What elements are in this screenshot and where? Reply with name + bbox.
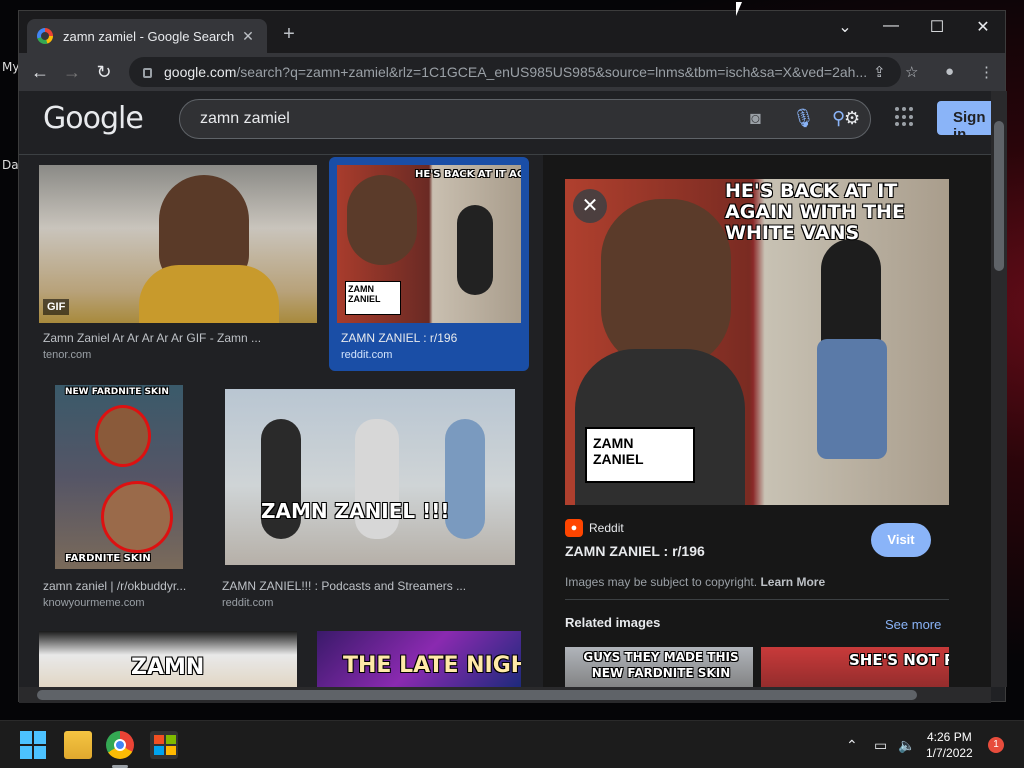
- tab-title: zamn zamiel - Google Search: [63, 28, 235, 44]
- tab-search-chevron-icon[interactable]: ⌄: [825, 17, 865, 37]
- horizontal-scrollbar[interactable]: [19, 687, 991, 703]
- meme-caption: ZAMN ZANIEL !!!: [261, 499, 450, 523]
- result-title-2[interactable]: ZAMN ZANIEL : r/196: [341, 331, 521, 345]
- close-preview-button[interactable]: ✕: [573, 189, 607, 223]
- learn-more-link[interactable]: Learn More: [760, 575, 825, 589]
- minimize-button[interactable]: —: [871, 17, 911, 35]
- desktop-icon-label[interactable]: My: [2, 60, 19, 74]
- sign-in-button[interactable]: Sign in: [937, 101, 991, 143]
- url-host: google.com: [164, 64, 237, 80]
- browser-window: zamn zamiel - Google Search ✕ + ⌄ — ☐ ✕ …: [18, 10, 1007, 703]
- search-input[interactable]: zamn zamiel: [200, 110, 290, 128]
- mouse-cursor-icon: [736, 2, 742, 16]
- address-bar[interactable]: google.com/search?q=zamn+zamiel&rlz=1C1G…: [129, 57, 901, 87]
- meme-caption: SHE'S NOT REAL: [849, 651, 949, 669]
- meme-caption: HE'S BACK AT IT AGAIN WITH THE WHITE VAN…: [415, 169, 521, 180]
- result-source-2[interactable]: reddit.com: [341, 349, 392, 361]
- reload-button[interactable]: ↻: [91, 59, 117, 85]
- result-source-4[interactable]: reddit.com: [222, 597, 273, 609]
- camera-icon[interactable]: ◙: [750, 108, 761, 129]
- apps-grid-icon[interactable]: [895, 107, 915, 127]
- network-icon[interactable]: ▭: [874, 737, 887, 754]
- zamn-zaniel-label: ZAMN ZANIEL: [345, 281, 401, 315]
- chrome-icon[interactable]: [106, 731, 134, 759]
- scrollbar-thumb[interactable]: [994, 121, 1004, 271]
- taskbar: ⌃ ▭ 🔈 4:26 PM 1/7/2022 1: [0, 720, 1024, 768]
- file-explorer-icon[interactable]: [64, 731, 92, 759]
- store-icon[interactable]: [150, 731, 178, 759]
- meme-caption: GUYS THEY MADE THIS NEW FARDNITE SKIN: [583, 650, 739, 680]
- meme-caption: HE'S BACK AT IT AGAIN WITH THE WHITE VAN…: [725, 180, 905, 244]
- google-logo[interactable]: Google: [43, 101, 144, 136]
- meme-caption: NEW FARDNITE SKIN: [65, 387, 169, 397]
- volume-icon[interactable]: 🔈: [898, 737, 915, 754]
- related-image-1[interactable]: GUYS THEY MADE THIS NEW FARDNITE SKIN: [565, 647, 753, 687]
- back-button[interactable]: ←: [27, 59, 53, 85]
- result-title-1[interactable]: Zamn Zaniel Ar Ar Ar Ar Ar GIF - Zamn ..…: [43, 331, 303, 345]
- copyright-text: Images may be subject to copyright.: [565, 575, 758, 589]
- result-thumbnail-5[interactable]: ZAMN: [39, 631, 297, 687]
- clock-date: 1/7/2022: [926, 746, 973, 760]
- microphone-icon[interactable]: 🎙: [792, 108, 815, 129]
- browser-toolbar: ← → ↻ google.com/search?q=zamn+zamiel&rl…: [19, 53, 1005, 91]
- result-title-3[interactable]: zamn zaniel | /r/okbuddyr...: [43, 579, 203, 593]
- bookmark-star-icon[interactable]: ☆: [905, 63, 918, 81]
- scrollbar-thumb[interactable]: [37, 690, 917, 700]
- visit-button[interactable]: Visit: [871, 523, 931, 557]
- reddit-icon: ●: [565, 519, 583, 537]
- system-clock[interactable]: 4:26 PM 1/7/2022: [926, 729, 973, 761]
- profile-icon[interactable]: ●: [945, 63, 954, 80]
- lock-icon[interactable]: [143, 68, 152, 78]
- browser-tab[interactable]: zamn zamiel - Google Search ✕: [27, 19, 267, 53]
- preview-source[interactable]: ● Reddit: [565, 519, 624, 537]
- url-path: /search?q=zamn+zamiel&rlz=1C1GCEA_enUS98…: [236, 64, 868, 80]
- related-images-heading: Related images: [565, 615, 661, 630]
- settings-gear-icon[interactable]: ⚙: [844, 108, 860, 129]
- copyright-notice: Images may be subject to copyright. Lear…: [565, 575, 825, 589]
- tray-chevron-icon[interactable]: ⌃: [846, 737, 858, 754]
- see-more-link[interactable]: See more: [885, 617, 941, 632]
- result-title-4[interactable]: ZAMN ZANIEL!!! : Podcasts and Streamers …: [222, 579, 522, 593]
- result-thumbnail-1[interactable]: GIF: [39, 165, 317, 323]
- share-icon[interactable]: ⇪: [873, 63, 886, 81]
- meme-caption: ZAMN: [131, 655, 205, 680]
- notification-badge[interactable]: 1: [988, 737, 1004, 753]
- new-tab-button[interactable]: +: [277, 23, 301, 46]
- forward-button[interactable]: →: [59, 59, 85, 85]
- tab-close-icon[interactable]: ✕: [239, 28, 257, 45]
- close-window-button[interactable]: ✕: [963, 17, 1003, 37]
- tab-strip: zamn zamiel - Google Search ✕ + ⌄ — ☐ ✕: [19, 11, 1005, 53]
- result-thumbnail-3[interactable]: NEW FARDNITE SKIN FARDNITE SKIN: [55, 385, 183, 569]
- divider: [565, 599, 949, 600]
- preview-image[interactable]: HE'S BACK AT IT AGAIN WITH THE WHITE VAN…: [565, 179, 949, 505]
- search-box[interactable]: zamn zamiel ◙ 🎙 ⚲ ⚙: [179, 99, 871, 139]
- windows-start-icon[interactable]: [20, 731, 48, 759]
- result-source-1[interactable]: tenor.com: [43, 349, 91, 361]
- google-header: Google zamn zamiel ◙ 🎙 ⚲ ⚙ Sign in: [19, 91, 991, 155]
- google-images-page: Google zamn zamiel ◙ 🎙 ⚲ ⚙ Sign in GIF Z…: [19, 91, 991, 687]
- vertical-scrollbar[interactable]: [991, 91, 1007, 687]
- result-thumbnail-2[interactable]: HE'S BACK AT IT AGAIN WITH THE WHITE VAN…: [337, 165, 521, 323]
- desktop-icon-label[interactable]: Da: [2, 158, 19, 172]
- gif-badge: GIF: [43, 299, 70, 315]
- preview-title[interactable]: ZAMN ZANIEL : r/196: [565, 543, 705, 559]
- preview-source-name: Reddit: [589, 521, 624, 535]
- related-image-2[interactable]: SHE'S NOT REAL: [761, 647, 949, 687]
- google-favicon-icon: [37, 28, 53, 44]
- meme-caption: THE LATE NIGHT: [343, 653, 521, 678]
- maximize-button[interactable]: ☐: [917, 17, 957, 37]
- zamn-zaniel-label: ZAMN ZANIEL: [585, 427, 695, 483]
- result-source-3[interactable]: knowyourmeme.com: [43, 597, 144, 609]
- result-thumbnail-6[interactable]: THE LATE NIGHT: [317, 631, 521, 687]
- menu-kebab-icon[interactable]: ⋮: [979, 63, 994, 81]
- image-preview-panel: HE'S BACK AT IT AGAIN WITH THE WHITE VAN…: [543, 155, 991, 687]
- result-thumbnail-4[interactable]: ZAMN ZANIEL !!!: [225, 389, 515, 565]
- clock-time: 4:26 PM: [927, 730, 972, 744]
- meme-caption: FARDNITE SKIN: [65, 553, 151, 564]
